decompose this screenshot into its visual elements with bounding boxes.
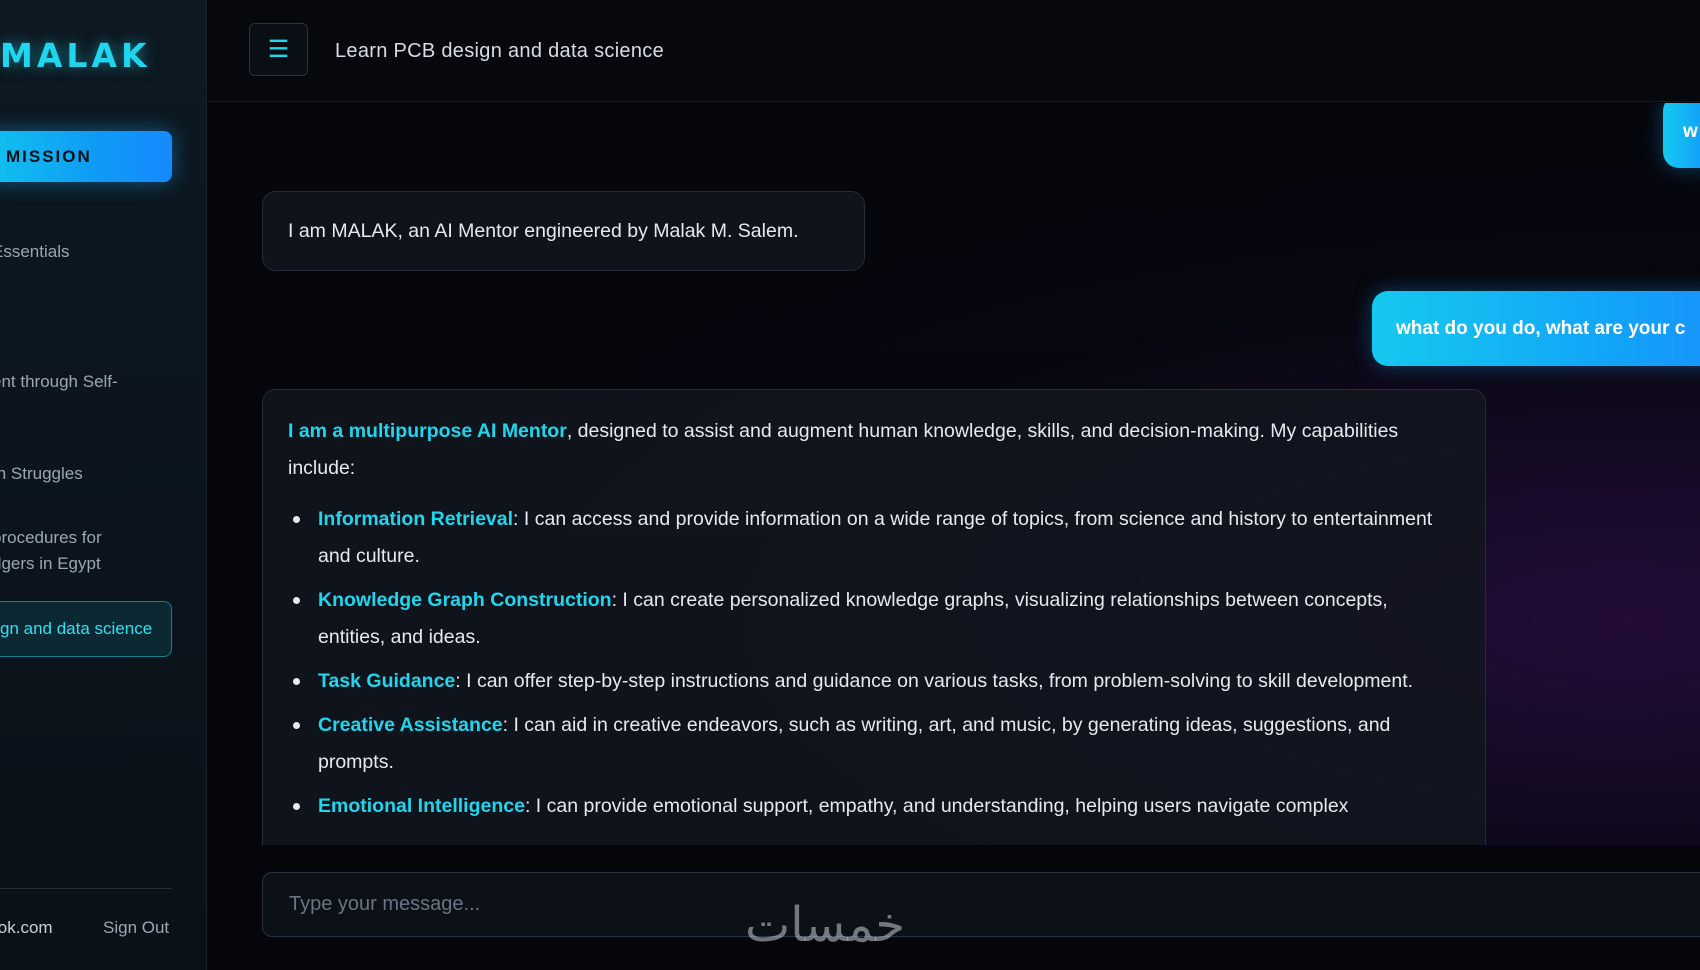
ai-message-text: I am MALAK, an AI Mentor engineered by M… xyxy=(288,219,799,242)
chat-messages[interactable]: w I am MALAK, an AI Mentor engineered by… xyxy=(208,103,1700,845)
list-item: Task Guidance: I can offer step-by-step … xyxy=(288,663,1460,700)
watermark-logo: خمسات xyxy=(745,897,906,953)
sign-out-button[interactable]: Sign Out xyxy=(103,918,169,938)
sidebar-divider xyxy=(0,888,172,889)
list-item-text: : I can provide emotional support, empat… xyxy=(524,795,1349,817)
highlight-term: Emotional Intelligence xyxy=(318,795,525,817)
ai-message: I am MALAK, an AI Mentor engineered by M… xyxy=(262,191,865,271)
list-item: Knowledge Graph Construction: I can crea… xyxy=(288,582,1460,656)
top-header: ☰ Learn PCB design and data science xyxy=(208,0,1700,102)
user-message-text: what do you do, what are your c xyxy=(1396,317,1686,339)
list-item: Creative Assistance: I can aid in creati… xyxy=(288,707,1460,781)
sidebar: MALAK MISSION Essentials ent through Sel… xyxy=(0,0,207,970)
user-message-text: w xyxy=(1683,120,1698,142)
chat-history-item[interactable]: Essentials xyxy=(0,239,172,265)
list-item: Information Retrieval: I can access and … xyxy=(288,501,1460,575)
ai-message: I am a multipurpose AI Mentor, designed … xyxy=(262,389,1486,845)
brand-logo: MALAK xyxy=(0,36,151,75)
highlight-term: I am a multipurpose AI Mentor xyxy=(288,420,567,442)
user-message: w xyxy=(1663,103,1700,168)
chat-history-item[interactable]: ent through Self- xyxy=(0,369,172,395)
capabilities-list: Information Retrieval: I can access and … xyxy=(288,501,1460,825)
chat-history-item-line: procedures for xyxy=(0,528,102,547)
chat-history-item[interactable]: procedures for dgers in Egypt xyxy=(0,525,172,577)
message-input[interactable] xyxy=(263,873,1700,936)
user-message: what do you do, what are your c xyxy=(1372,291,1700,366)
user-email: lok.com xyxy=(0,918,53,937)
highlight-term: Creative Assistance xyxy=(318,714,503,736)
chat-title: Learn PCB design and data science xyxy=(335,40,665,62)
chat-history-item-line: dgers in Egypt xyxy=(0,554,101,573)
list-item: Emotional Intelligence: I can provide em… xyxy=(288,788,1460,825)
highlight-term: Task Guidance xyxy=(318,670,456,692)
hamburger-icon: ☰ xyxy=(267,36,290,63)
highlight-term: Information Retrieval xyxy=(318,508,514,530)
list-item-text: : I can offer step-by-step instructions … xyxy=(455,670,1414,692)
chat-history-item[interactable]: th Struggles xyxy=(0,461,172,487)
chat-history-item-label: gn and data science xyxy=(0,619,153,638)
ai-message-lead: I am a multipurpose AI Mentor, designed … xyxy=(288,413,1460,487)
mission-button[interactable]: MISSION xyxy=(0,131,172,182)
chat-history-item-active[interactable]: gn and data science xyxy=(0,601,172,657)
menu-toggle-button[interactable]: ☰ xyxy=(249,23,308,76)
highlight-term: Knowledge Graph Construction xyxy=(318,589,612,611)
message-composer xyxy=(262,872,1700,937)
